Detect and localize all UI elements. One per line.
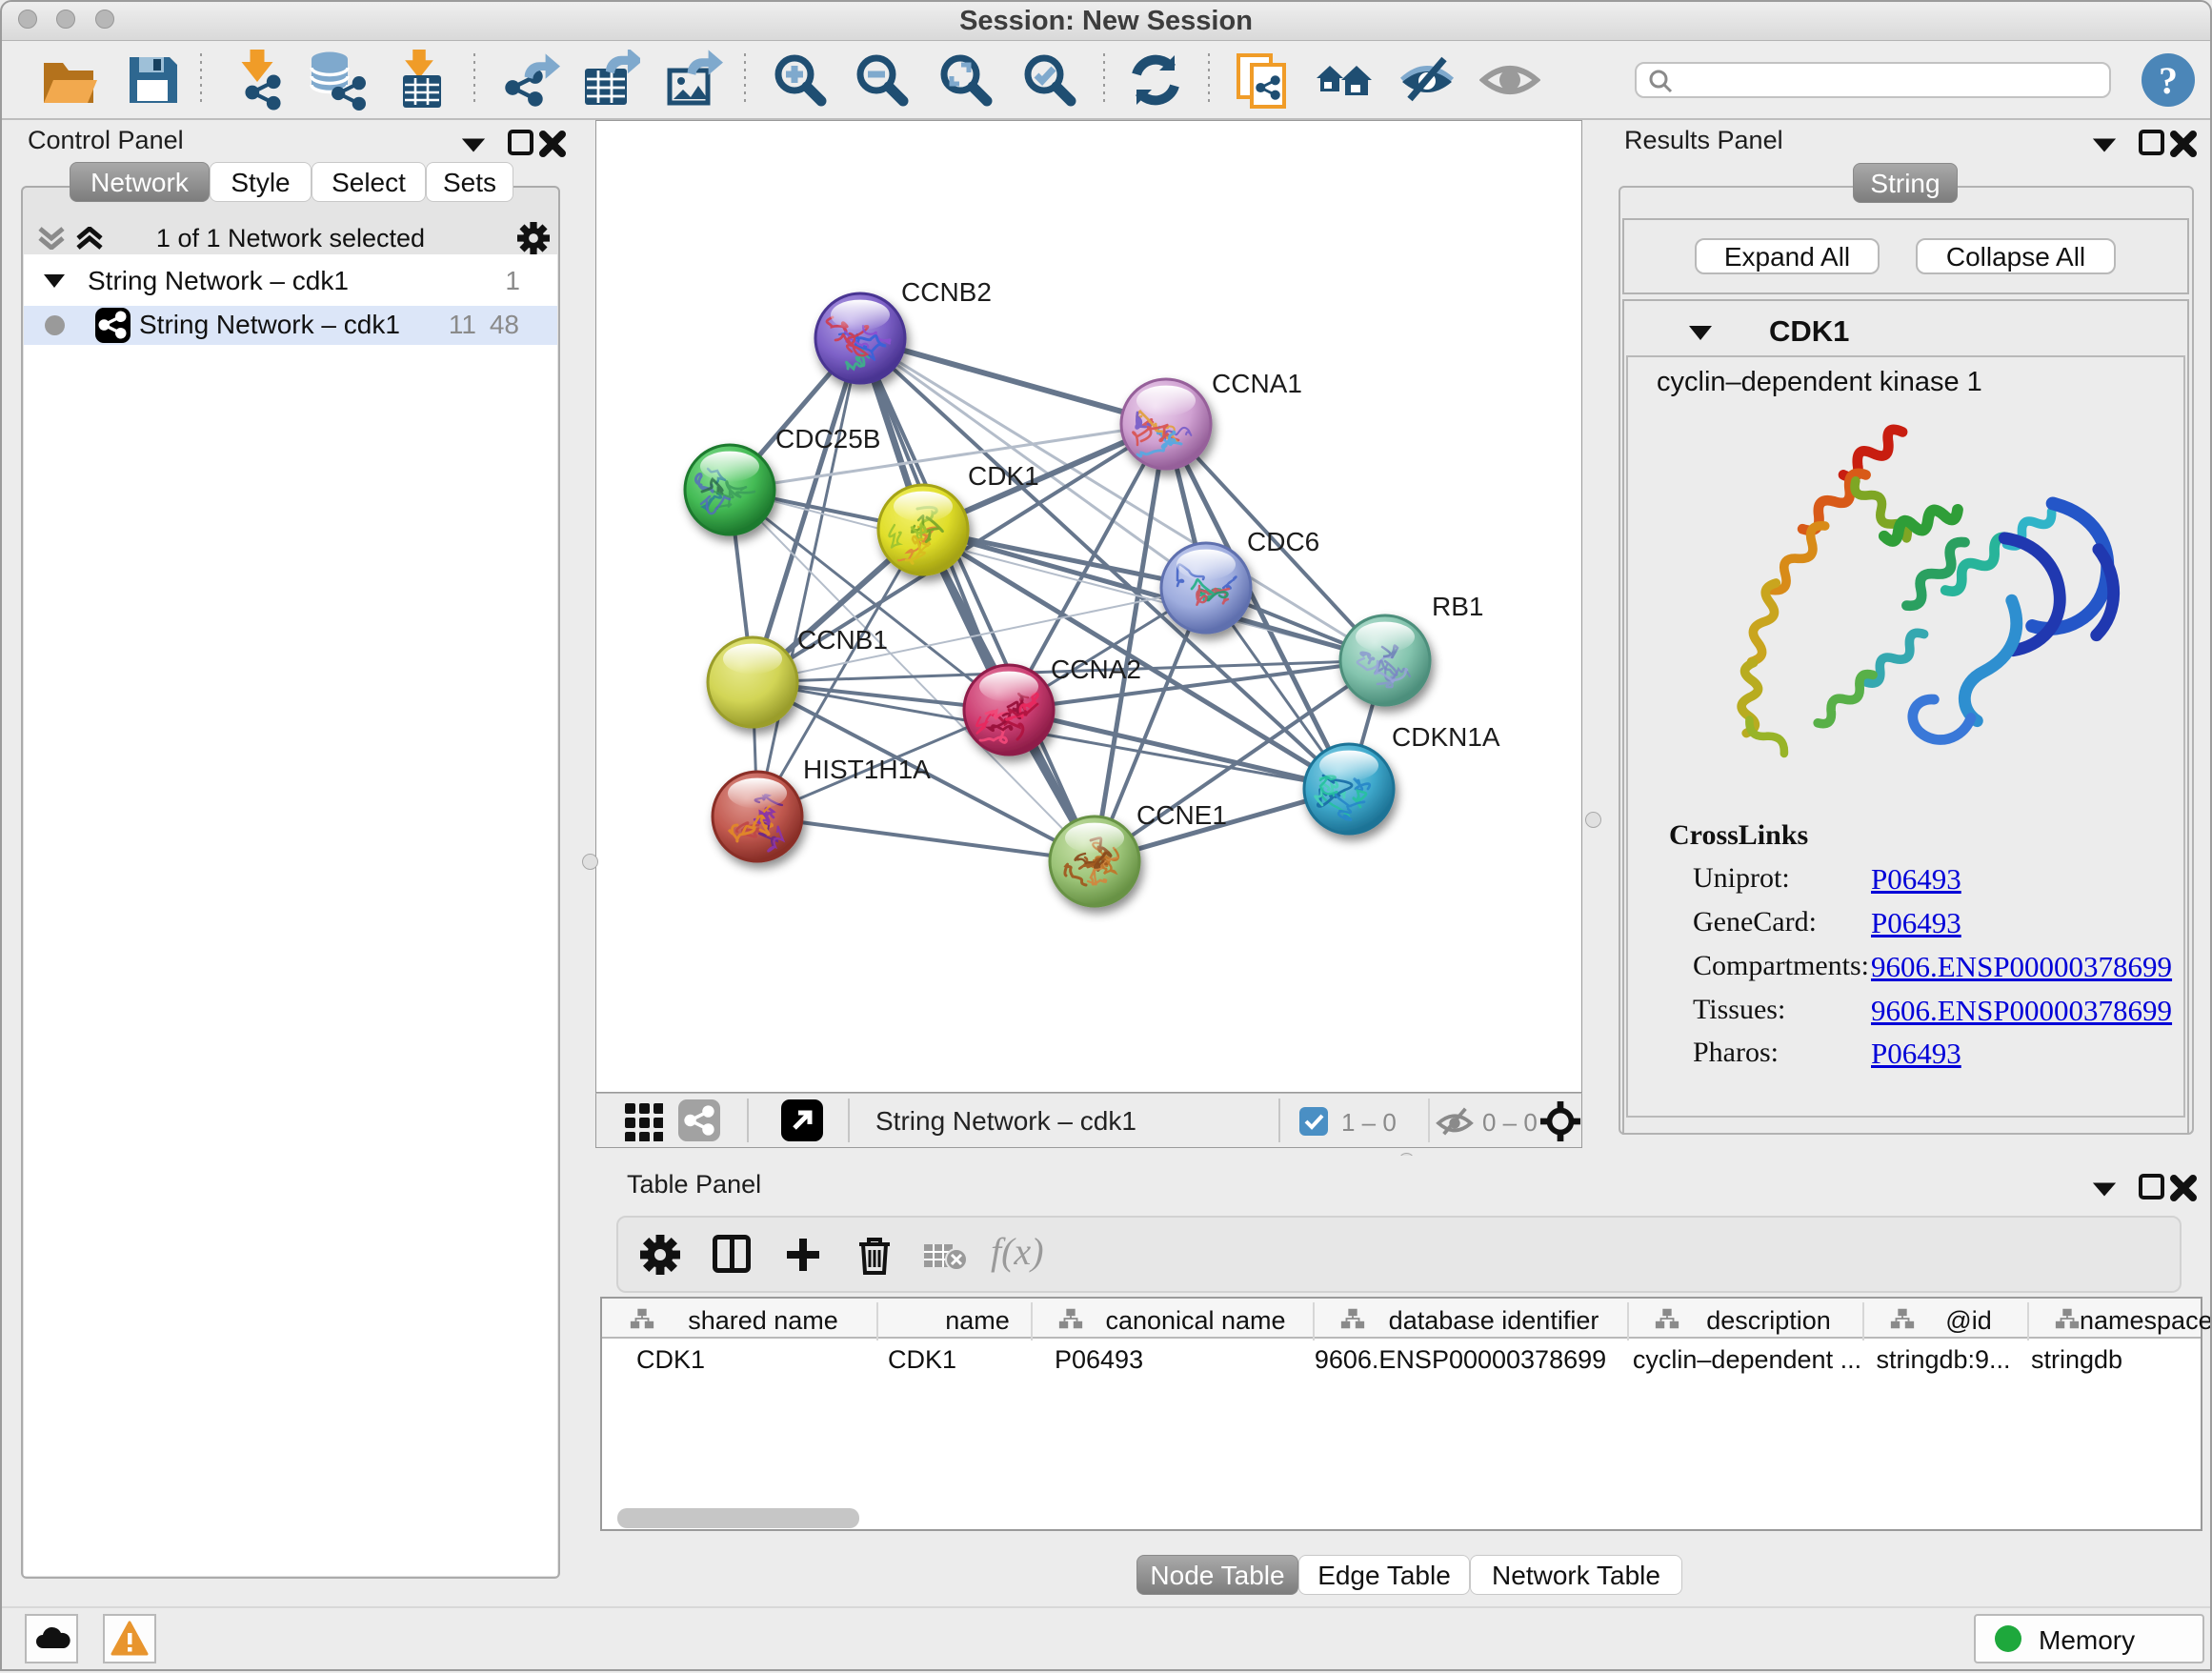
svg-text:CDC6: CDC6 [1247,527,1319,556]
svg-text:CCNE1: CCNE1 [1136,800,1227,830]
svg-text:CCNB1: CCNB1 [797,625,888,655]
svg-text:CDK1: CDK1 [968,461,1039,491]
svg-text:CDC25B: CDC25B [775,424,880,454]
svg-text:RB1: RB1 [1432,592,1483,621]
svg-text:?: ? [2159,59,2178,102]
svg-text:CCNA2: CCNA2 [1051,655,1141,684]
svg-text:HIST1H1A: HIST1H1A [803,755,931,784]
svg-text:CCNA1: CCNA1 [1212,369,1302,398]
svg-text:CCNB2: CCNB2 [901,277,992,307]
svg-text:CDKN1A: CDKN1A [1392,722,1500,752]
